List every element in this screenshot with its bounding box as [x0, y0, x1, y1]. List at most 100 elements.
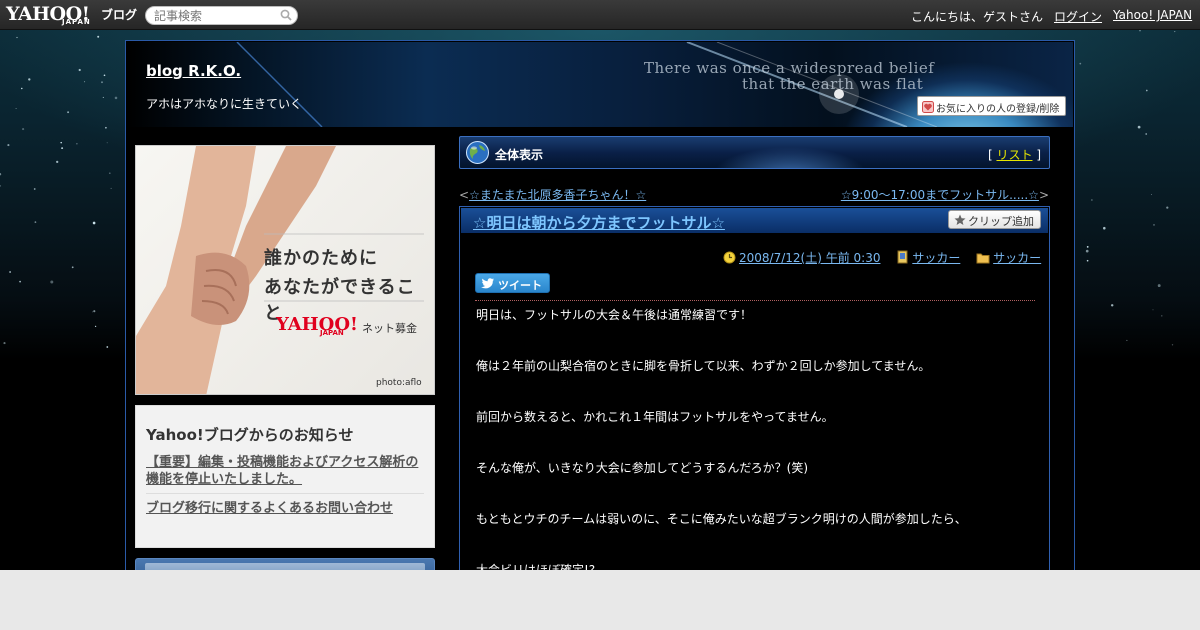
- search-icon[interactable]: [280, 9, 292, 21]
- star-dot: [78, 68, 81, 72]
- charity-ad-banner[interactable]: 誰かのために あなたができること YAHOO! JAPAN ネット募金 photo…: [135, 145, 435, 395]
- entry-date: 2008/7/12(土) 午前 0:30: [723, 249, 880, 266]
- sidebar-widget-header: [145, 563, 425, 570]
- header-banner-text: There was once a widespread belief that …: [644, 59, 935, 93]
- star-dot: [34, 221, 37, 223]
- tweet-button[interactable]: ツイート: [475, 273, 550, 293]
- yahoo-logo[interactable]: YAHOO! JAPAN: [6, 3, 90, 26]
- blog-subtitle: アホはアホなりに生きていく: [146, 97, 303, 111]
- list-view-toggle: [ リスト ]: [987, 148, 1041, 162]
- list-view-link[interactable]: リスト: [996, 148, 1032, 162]
- folder-icon: [976, 253, 990, 264]
- globe-icon: [466, 141, 489, 164]
- star-dot: [28, 78, 31, 81]
- clock-icon: [723, 251, 736, 264]
- notice-divider: [146, 493, 424, 494]
- clip-add-button[interactable]: クリップ追加: [948, 210, 1041, 229]
- star-icon: [954, 214, 966, 225]
- category-bar: 全体表示 [ リスト ]: [459, 136, 1050, 169]
- blog-logo-label[interactable]: ブログ: [101, 6, 137, 23]
- blog-title-link[interactable]: blog R.K.O.: [146, 62, 241, 80]
- category-all-label: 全体表示: [495, 148, 544, 162]
- yahoo-japan-link[interactable]: Yahoo! JAPAN: [1113, 8, 1192, 22]
- star-dot: [19, 280, 21, 283]
- star-dot: [1091, 199, 1093, 201]
- entry-divider: [475, 300, 1035, 301]
- star-dot: [1161, 315, 1163, 317]
- entry-paragraph: もともとウチのチームは弱いのに、そこに俺みたいな超ブランク明けの人間が参加したら…: [476, 512, 967, 526]
- star-dot: [9, 271, 12, 273]
- blog-header: blog R.K.O. アホはアホなりに生きていく There was once…: [127, 42, 1073, 127]
- login-link[interactable]: ログイン: [1054, 8, 1102, 25]
- yahoo-blog-notice: Yahoo!ブログからのお知らせ 【重要】編集・投稿機能およびアクセス解析の機能…: [135, 405, 435, 548]
- star-dot: [1085, 249, 1089, 253]
- star-dot: [1110, 304, 1114, 307]
- star-dot: [0, 173, 2, 176]
- star-dot: [22, 128, 25, 131]
- favorite-register-button[interactable]: お気に入りの人の登録/削除: [917, 96, 1066, 116]
- star-dot: [97, 35, 100, 38]
- star-dot: [93, 310, 96, 313]
- star-dot: [1166, 206, 1169, 209]
- notice-title: Yahoo!ブログからのお知らせ: [146, 426, 354, 444]
- star-dot: [1079, 62, 1082, 65]
- entry-paragraph: 大会ビリはほぼ確定!?: [476, 563, 596, 570]
- star-dot: [105, 126, 107, 129]
- entry-title-link[interactable]: ☆明日は朝から夕方までフットサル☆: [473, 212, 725, 233]
- star-dot: [1145, 133, 1148, 135]
- star-dot: [1126, 339, 1128, 341]
- star-dot: [1086, 246, 1089, 248]
- search-input[interactable]: [145, 6, 298, 25]
- star-dot: [1157, 284, 1161, 288]
- greeting-text: こんにちは、ゲストさん: [911, 10, 1044, 24]
- star-dot: [61, 147, 64, 150]
- star-dot: [108, 172, 111, 175]
- next-entry-link[interactable]: ☆9:00～17:00までフットサル.....☆: [841, 188, 1039, 202]
- star-dot: [56, 160, 59, 164]
- star-dot: [101, 81, 103, 84]
- notice-link-important[interactable]: 【重要】編集・投稿機能およびアクセス解析の機能を停止いたしました。: [146, 454, 424, 488]
- star-dot: [114, 96, 118, 100]
- page-viewport: YAHOO! JAPAN ブログ こんにちは、ゲストさん ログイン Yahoo!…: [0, 0, 1200, 570]
- twitter-bird-icon: [481, 278, 494, 289]
- star-dot: [76, 143, 78, 145]
- entry-paragraph: 前回から数えると、かれこれ１年間はフットサルをやってません。: [476, 410, 834, 424]
- entry-date-link[interactable]: 2008/7/12(土) 午前 0:30: [739, 251, 880, 265]
- star-dot: [60, 141, 62, 144]
- star-dot: [1152, 309, 1154, 311]
- ad-service-name: ネット募金: [362, 322, 417, 335]
- tag-book-icon: [897, 250, 908, 264]
- entry-tag: サッカー: [896, 249, 960, 266]
- notice-link-faq[interactable]: ブログ移行に関するよくあるお問い合わせ: [146, 500, 424, 517]
- entry-paragraph: そんな俺が、いきなり大会に参加してどうするんだろか？(笑): [476, 461, 809, 475]
- entry-category-link[interactable]: サッカー: [993, 251, 1041, 265]
- entry-category: サッカー: [976, 249, 1041, 266]
- star-dot: [110, 187, 112, 189]
- entry-tag-link[interactable]: サッカー: [912, 251, 960, 265]
- prev-entry-link[interactable]: ☆またまた北原多香子ちゃん！☆: [469, 188, 646, 202]
- star-dot: [1174, 31, 1176, 33]
- star-dot: [1086, 259, 1089, 262]
- star-dot: [92, 311, 94, 313]
- star-dot: [71, 266, 74, 269]
- star-dot: [94, 325, 97, 328]
- next-entry-nav: ☆9:00～17:00までフットサル.....☆>: [840, 188, 1049, 202]
- entry-paragraph: 明日は、フットサルの大会＆午後は通常練習です！: [476, 308, 753, 322]
- entry-title-bar: ☆明日は朝から夕方までフットサル☆ クリップ追加: [461, 208, 1048, 233]
- star-dot: [16, 36, 18, 39]
- star-dot: [67, 111, 70, 114]
- sidebar-widget: [135, 558, 435, 570]
- star-dot: [106, 142, 108, 144]
- star-dot: [50, 280, 54, 284]
- star-dot: [103, 74, 106, 77]
- star-dot: [0, 185, 2, 187]
- entry-paragraph: 俺は２年前の山梨合宿のときに脚を骨折して以来、わずか２回しか参加してません。: [476, 359, 931, 373]
- blog-entry: ☆明日は朝から夕方までフットサル☆ クリップ追加 2008/7/12(土) 午前…: [459, 206, 1050, 570]
- star-dot: [21, 87, 23, 90]
- star-dot: [106, 346, 109, 348]
- prev-entry-nav: <☆またまた北原多香子ちゃん！☆: [459, 188, 647, 202]
- star-dot: [1139, 30, 1141, 32]
- top-bar: YAHOO! JAPAN ブログ こんにちは、ゲストさん ログイン Yahoo!…: [0, 0, 1200, 30]
- star-dot: [1137, 125, 1141, 129]
- entry-body: 明日は、フットサルの大会＆午後は通常練習です！ 俺は２年前の山梨合宿のときに脚を…: [476, 307, 1036, 570]
